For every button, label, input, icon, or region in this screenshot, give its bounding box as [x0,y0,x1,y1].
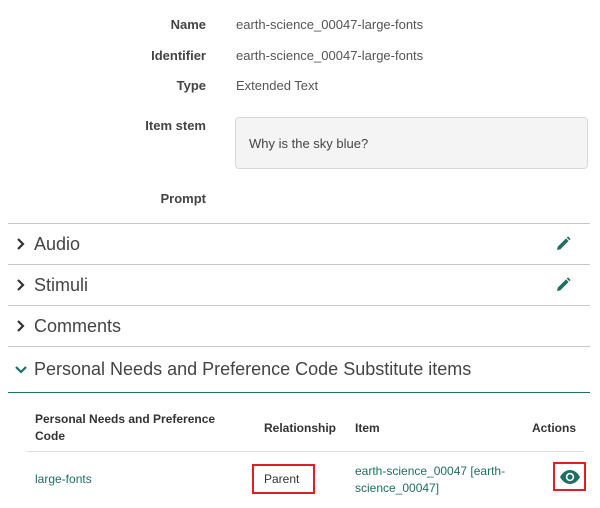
comments-section-header[interactable]: Comments [8,305,590,346]
column-header-actions: Actions [532,421,577,435]
name-label: Name [170,17,206,32]
audio-section-title: Audio [34,233,81,254]
column-header-code: Personal Needs and Preference Code [35,411,245,445]
column-header-code-line2: Code [35,429,65,443]
table-header-divider [27,451,584,452]
item-stem-box: Why is the sky blue? [235,117,588,169]
type-value: Extended Text [236,78,319,93]
type-label: Type [176,78,206,93]
column-header-relationship: Relationship [264,421,337,435]
prompt-label: Prompt [160,191,207,206]
chevron-down-icon [14,363,28,377]
item-link-line1: earth-science_00047 [earth- [355,464,506,478]
item-link[interactable]: earth-science_00047 [earth- science_0004… [355,463,525,497]
chevron-right-icon [14,319,28,333]
stimuli-section-header[interactable]: Stimuli [8,264,590,305]
relationship-value: Parent [264,472,300,486]
pencil-icon[interactable] [554,276,572,294]
comments-section-title: Comments [34,315,122,336]
chevron-right-icon [14,237,28,251]
column-header-item: Item [355,421,380,435]
identifier-label: Identifier [151,48,206,63]
pencil-icon[interactable] [554,235,572,253]
identifier-value: earth-science_00047-large-fonts [236,48,424,63]
item-link-line2: science_00047] [355,481,440,495]
column-header-code-line1: Personal Needs and Preference [35,412,216,426]
pnp-section-title: Personal Needs and Preference Code Subst… [34,359,472,379]
item-stem-text: Why is the sky blue? [249,135,369,151]
stimuli-section-title: Stimuli [34,274,89,295]
chevron-right-icon [14,278,28,292]
pnp-section-header[interactable]: Personal Needs and Preference Code Subst… [8,346,590,393]
name-value: earth-science_00047-large-fonts [236,17,424,32]
audio-section-header[interactable]: Audio [8,223,590,264]
item-stem-label: Item stem [145,118,206,133]
pnp-code-link[interactable]: large-fonts [35,472,92,486]
eye-icon[interactable] [559,469,581,485]
